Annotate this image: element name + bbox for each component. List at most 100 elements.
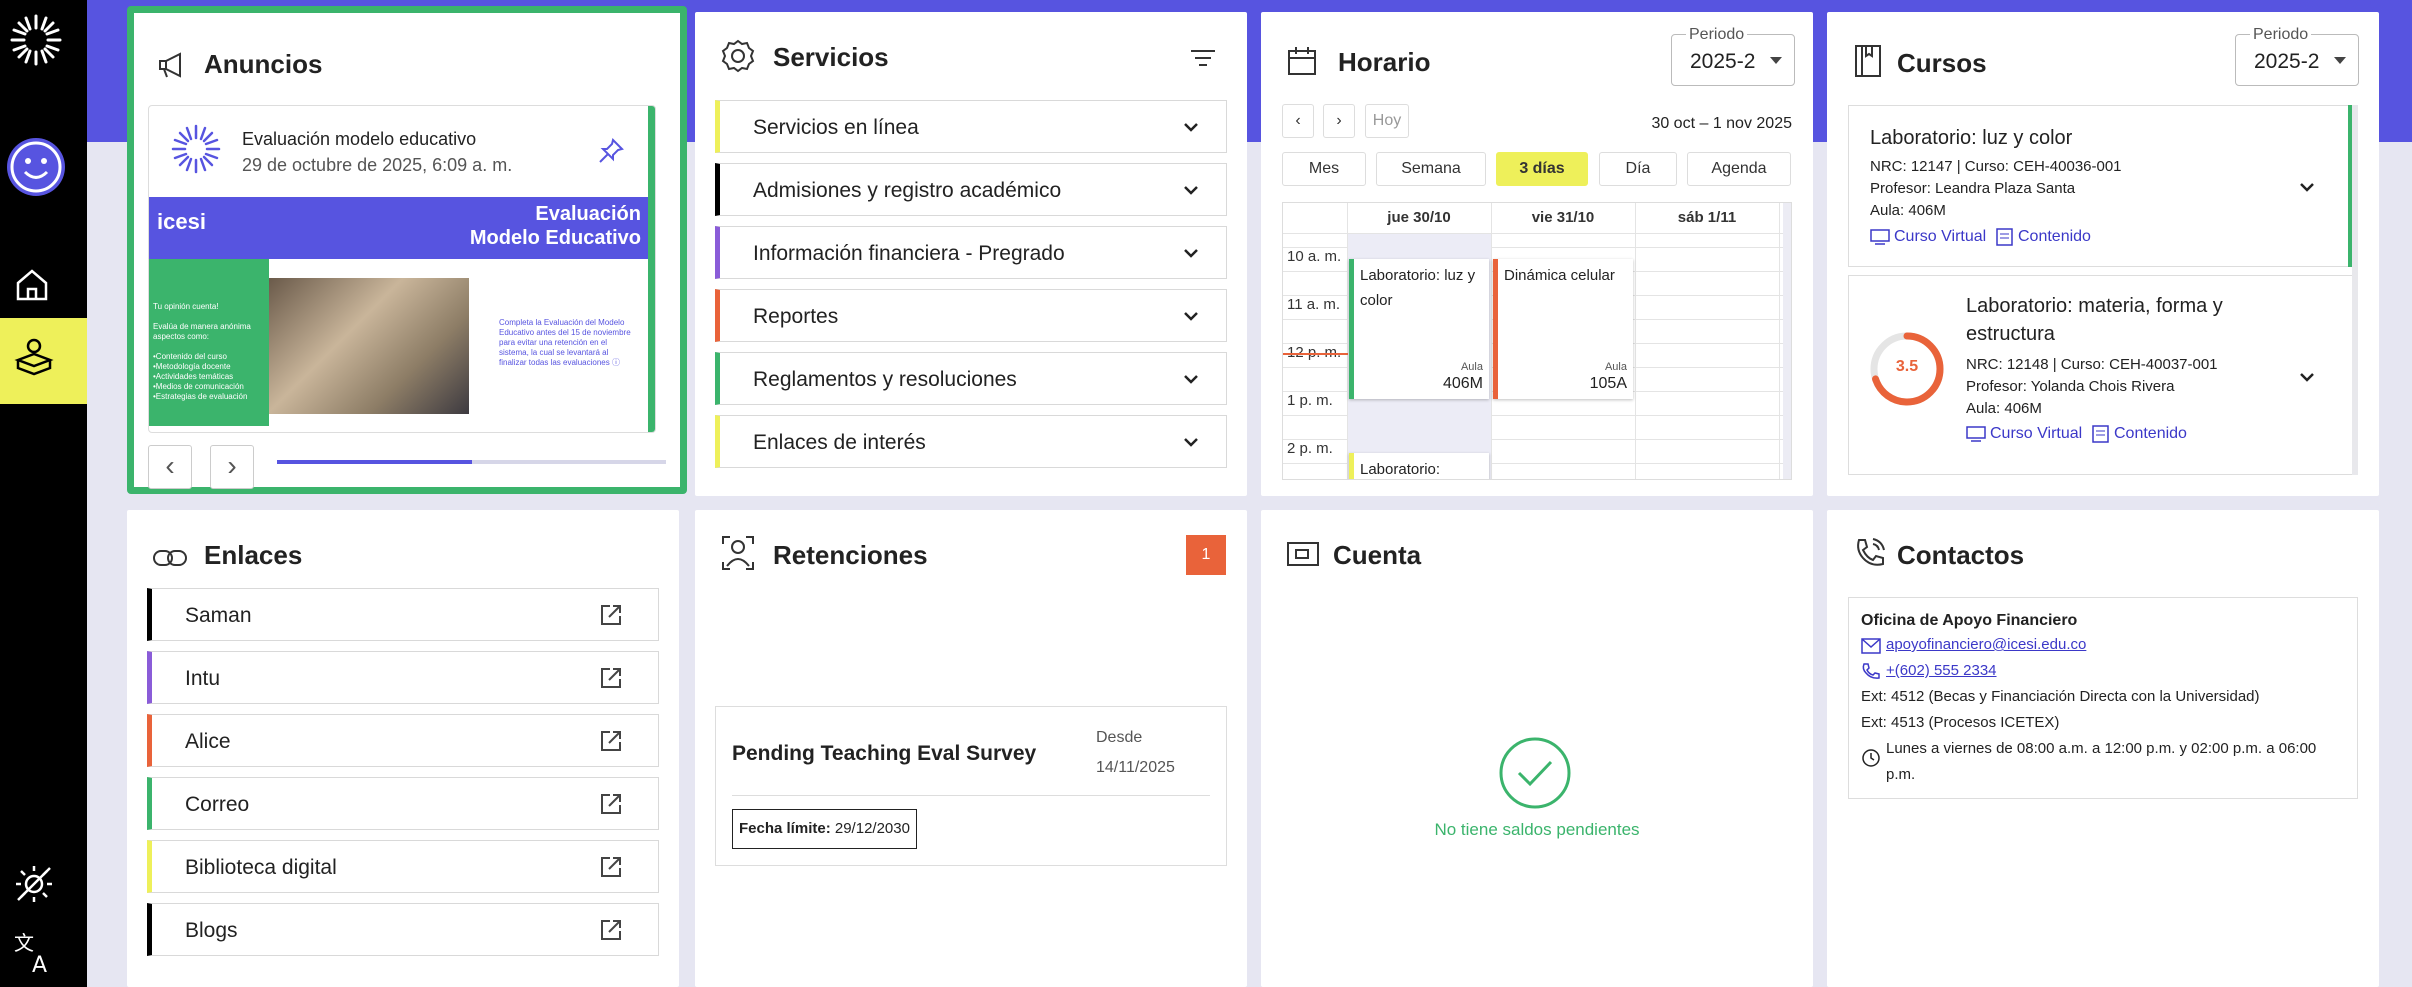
service-item[interactable]: Reglamentos y resoluciones — [715, 352, 1227, 405]
home-icon[interactable] — [12, 265, 52, 305]
content-link[interactable]: Contenido — [2114, 425, 2187, 443]
pin-icon[interactable] — [596, 136, 626, 166]
external-link-icon — [601, 857, 621, 877]
icesi-logo[interactable] — [6, 10, 66, 70]
contact-phone-link[interactable]: +(602) 555 2334 — [1886, 662, 1997, 679]
servicios-title: Servicios — [773, 42, 889, 72]
contact-hours-line1: Lunes a viernes de 08:00 a.m. a 12:00 p.… — [1886, 740, 2317, 757]
monitor-icon — [1966, 426, 1986, 442]
gear-icon — [721, 39, 755, 73]
link-item[interactable]: Saman — [147, 588, 659, 641]
schedule-event[interactable]: Dinámica celular Aula 105A — [1493, 259, 1633, 399]
course-item[interactable]: Laboratorio: luz y color NRC: 12147 | Cu… — [1848, 105, 2355, 267]
clock-icon — [1862, 749, 1880, 767]
announcement-item[interactable]: Evaluación modelo educativo 29 de octubr… — [148, 105, 656, 433]
event-title: Laboratorio: luz y color — [1360, 267, 1476, 309]
carousel-prev-button[interactable]: ‹ — [148, 445, 192, 489]
link-icon — [153, 550, 187, 566]
view-button[interactable]: 3 días — [1496, 152, 1588, 186]
content-link[interactable]: Contenido — [2018, 228, 2091, 246]
megaphone-icon — [159, 52, 181, 78]
banner-left-line: •Actividades temáticas — [153, 372, 234, 381]
icesi-logo — [171, 124, 221, 174]
prev-range-button[interactable]: ‹ — [1282, 104, 1314, 138]
external-link-icon — [601, 605, 621, 625]
service-item[interactable]: Enlaces de interés — [715, 415, 1227, 468]
virtual-course-link[interactable]: Curso Virtual — [1894, 228, 1986, 246]
horario-title: Horario — [1338, 47, 1431, 77]
course-title-line1: Laboratorio: materia, forma y — [1966, 295, 2223, 317]
carousel-progress-fill — [277, 460, 472, 464]
schedule-event[interactable]: Laboratorio: — [1349, 453, 1489, 479]
link-item[interactable]: Intu — [147, 651, 659, 704]
service-item[interactable]: Servicios en línea — [715, 100, 1227, 153]
course-nrc: NRC: 12148 | Curso: CEH-40037-001 — [1966, 356, 2218, 373]
time-label: 10 a. m. — [1287, 248, 1342, 265]
translate-icon[interactable]: 文 A — [12, 930, 56, 974]
content-icon — [2092, 425, 2109, 443]
cursos-period-select[interactable]: Periodo 2025-2 — [2235, 26, 2359, 86]
service-item-label: Enlaces de interés — [753, 431, 926, 454]
announcement-date: 29 de octubre de 2025, 6:09 a. m. — [242, 155, 513, 175]
service-item-label: Reglamentos y resoluciones — [753, 368, 1017, 391]
announcement-status-bar — [648, 106, 655, 432]
link-item[interactable]: Biblioteca digital — [147, 840, 659, 893]
service-item[interactable]: Información financiera - Pregrado — [715, 226, 1227, 279]
app-root: 文 A Anuncios Evaluación modelo educativo… — [0, 0, 2412, 987]
notebook-icon — [1855, 45, 1881, 77]
banner-left-text: Tu opinión cuenta! Evalúa de manera anóni… — [153, 302, 265, 402]
link-item[interactable]: Blogs — [147, 903, 659, 956]
banner-title-line2: Modelo Educativo — [469, 227, 641, 249]
today-button[interactable]: Hoy — [1365, 104, 1409, 138]
servicios-card: Servicios Servicios en línea Admisiones y… — [695, 12, 1247, 496]
office-name: Oficina de Apoyo Financiero — [1861, 612, 2078, 629]
retention-name: Pending Teaching Eval Survey — [732, 742, 1037, 765]
view-button[interactable]: Semana — [1376, 152, 1486, 186]
horario-period-select[interactable]: Periodo 2025-2 — [1671, 26, 1795, 86]
chevron-down-icon — [1184, 249, 1198, 258]
book-stack-icon[interactable] — [12, 336, 56, 380]
event-title: Dinámica celular — [1504, 267, 1615, 284]
chevron-down-icon — [1184, 375, 1198, 384]
service-item[interactable]: Reportes — [715, 289, 1227, 342]
grid-scrollbar[interactable] — [1783, 203, 1791, 479]
cuenta-title: Cuenta — [1333, 540, 1422, 570]
cursos-title: Cursos — [1897, 48, 1987, 78]
chevron-down-icon[interactable] — [2296, 176, 2318, 198]
phone-call-icon — [1857, 538, 1885, 566]
view-button[interactable]: Mes — [1282, 152, 1366, 186]
next-range-button[interactable]: › — [1323, 104, 1355, 138]
course-item[interactable]: 3.5 Laboratorio: materia, forma y estruc… — [1848, 275, 2355, 475]
course-professor: Profesor: Leandra Plaza Santa — [1870, 180, 2076, 197]
carousel-next-button[interactable]: › — [210, 445, 254, 489]
chevron-down-icon[interactable] — [2296, 366, 2318, 388]
filter-icon[interactable] — [1189, 46, 1217, 70]
svg-text:A: A — [32, 953, 47, 974]
course-title: Laboratorio: luz y color — [1870, 127, 2073, 149]
period-label: Periodo — [1686, 26, 1748, 44]
service-item-label: Reportes — [753, 305, 839, 328]
smiley-icon[interactable] — [4, 135, 68, 199]
link-item-label: Alice — [185, 730, 231, 753]
service-item[interactable]: Admisiones y registro académico — [715, 163, 1227, 216]
contact-email-link[interactable]: apoyofinanciero@icesi.edu.co — [1886, 636, 2086, 653]
service-item-label: Información financiera - Pregrado — [753, 242, 1065, 265]
link-item[interactable]: Alice — [147, 714, 659, 767]
view-button[interactable]: Agenda — [1687, 152, 1791, 186]
time-label: 1 p. m. — [1287, 392, 1333, 409]
day-header: sáb 1/11 — [1677, 209, 1737, 226]
theme-toggle-icon[interactable] — [12, 862, 56, 906]
schedule-event[interactable]: Laboratorio: luz y color Aula 406M — [1349, 259, 1489, 399]
banner-left-line: •Medios de comunicación — [153, 382, 244, 391]
virtual-course-link[interactable]: Curso Virtual — [1990, 425, 2082, 443]
cursos-scrollbar[interactable] — [2352, 105, 2358, 475]
link-item[interactable]: Correo — [147, 777, 659, 830]
service-item-label: Admisiones y registro académico — [753, 179, 1062, 202]
retention-item[interactable]: Pending Teaching Eval Survey Desde 14/11… — [715, 706, 1227, 866]
period-value: 2025-2 — [2254, 50, 2320, 73]
view-button[interactable]: Día — [1599, 152, 1677, 186]
external-link-icon — [601, 731, 621, 751]
retenciones-count-badge: 1 — [1186, 535, 1226, 575]
course-title-line2: estructura — [1966, 323, 2055, 345]
sidebar: 文 A — [0, 0, 87, 987]
